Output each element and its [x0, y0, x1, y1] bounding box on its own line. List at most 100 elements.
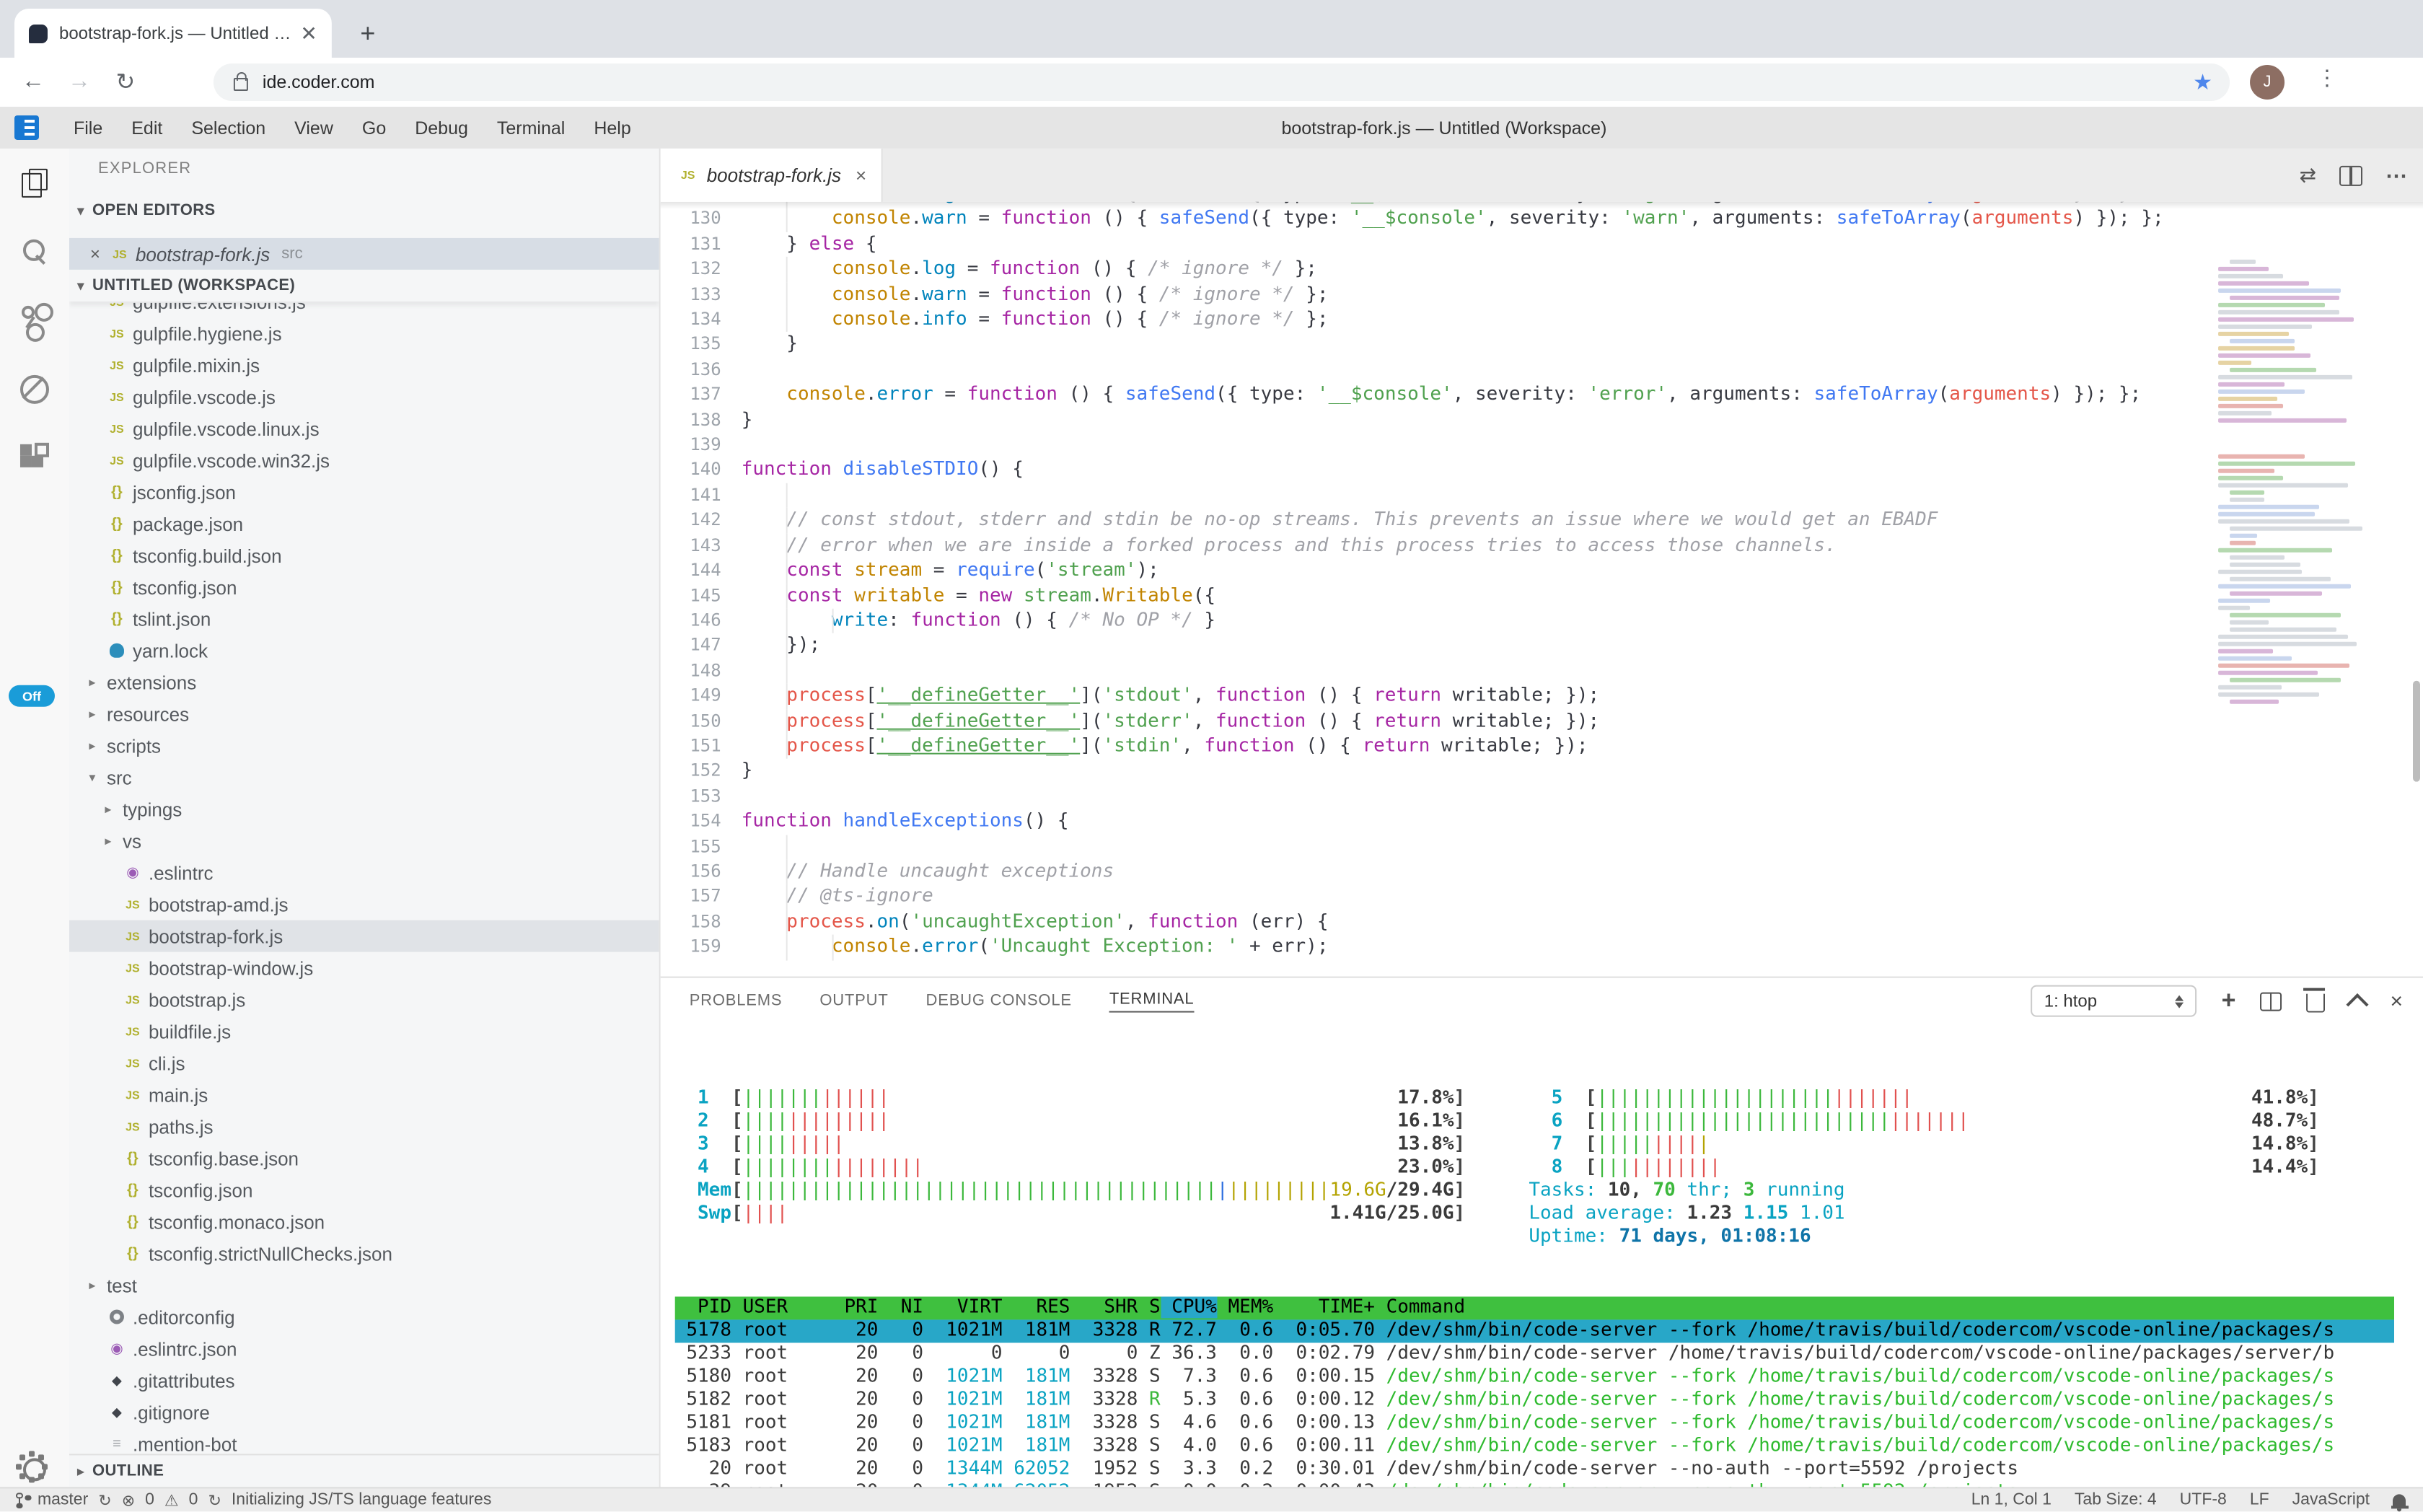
tab-debug-console[interactable]: DEBUG CONSOLE: [926, 992, 1072, 1012]
more-actions-icon[interactable]: ⋯: [2385, 162, 2409, 188]
code-line[interactable]: 133 console.warn = function () { /* igno…: [661, 282, 2423, 307]
menu-view[interactable]: View: [280, 118, 348, 138]
code-line[interactable]: 137 console.error = function () { safeSe…: [661, 382, 2423, 408]
close-icon[interactable]: ×: [84, 244, 107, 264]
debug-icon[interactable]: [17, 372, 52, 407]
code-line[interactable]: 142 // const stdout, stderr and stdin be…: [661, 508, 2423, 533]
tree-item[interactable]: ◆.gitignore: [69, 1396, 659, 1428]
menu-debug[interactable]: Debug: [400, 118, 483, 138]
minimap[interactable]: [2218, 260, 2368, 707]
cursor-position[interactable]: Ln 1, Col 1: [1971, 1491, 2052, 1508]
eol-indicator[interactable]: LF: [2250, 1491, 2269, 1508]
split-editor-icon[interactable]: [2339, 165, 2362, 185]
tree-item[interactable]: JSmain.js: [69, 1079, 659, 1111]
tab-problems[interactable]: PROBLEMS: [690, 992, 783, 1012]
tree-item[interactable]: JSgulpfile.vscode.win32.js: [69, 444, 659, 476]
code-line[interactable]: 136: [661, 358, 2423, 383]
forward-icon[interactable]: →: [61, 63, 98, 101]
new-terminal-icon[interactable]: +: [2222, 987, 2236, 1016]
htop-process-row[interactable]: 5180 root 20 0 1021M 181M 3328 S 7.3 0.6…: [675, 1366, 2394, 1389]
tab-size-indicator[interactable]: Tab Size: 4: [2075, 1491, 2157, 1508]
tree-item[interactable]: ◆.gitattributes: [69, 1364, 659, 1396]
tree-item[interactable]: {}tslint.json: [69, 603, 659, 635]
tree-item[interactable]: {}tsconfig.base.json: [69, 1143, 659, 1174]
language-indicator[interactable]: JavaScript: [2292, 1491, 2370, 1508]
tab-terminal[interactable]: TERMINAL: [1109, 991, 1195, 1013]
code-line[interactable]: 141: [661, 483, 2423, 509]
code-line[interactable]: 143 // error when we are inside a forked…: [661, 533, 2423, 558]
tree-item[interactable]: ◉.eslintrc.json: [69, 1332, 659, 1364]
htop-process-row[interactable]: 5181 root 20 0 1021M 181M 3328 S 4.6 0.6…: [675, 1412, 2394, 1435]
code-editor[interactable]: 129 console.log = function () { safeSend…: [661, 202, 2423, 977]
code-line[interactable]: 154function handleExceptions() {: [661, 809, 2423, 835]
htop-process-row[interactable]: 5183 root 20 0 1021M 181M 3328 S 4.0 0.6…: [675, 1435, 2394, 1458]
tree-item[interactable]: JSgulpfile.extensions.js: [69, 303, 659, 317]
tree-item[interactable]: JSpaths.js: [69, 1111, 659, 1143]
code-line[interactable]: 147 });: [661, 633, 2423, 659]
menu-selection[interactable]: Selection: [177, 118, 280, 138]
htop-process-row[interactable]: 39 root 20 0 1344M 62052 1952 S 0.0 0.2 …: [675, 1481, 2394, 1487]
url-bar[interactable]: ide.coder.com ★: [214, 63, 2230, 101]
terminal-select[interactable]: 1: htop: [2031, 985, 2197, 1017]
warning-count[interactable]: 0: [189, 1491, 198, 1508]
bookmark-star-icon[interactable]: ★: [2193, 69, 2212, 95]
code-line[interactable]: 158 process.on('uncaughtException', func…: [661, 910, 2423, 935]
tree-item[interactable]: ▸scripts: [69, 730, 659, 762]
tree-item[interactable]: .editorconfig: [69, 1301, 659, 1332]
branch-name[interactable]: master: [38, 1491, 88, 1508]
menu-go[interactable]: Go: [348, 118, 400, 138]
tree-item[interactable]: yarn.lock: [69, 635, 659, 667]
code-line[interactable]: 153: [661, 784, 2423, 809]
tree-item[interactable]: {}jsconfig.json: [69, 476, 659, 508]
menu-edit[interactable]: Edit: [117, 118, 177, 138]
notifications-bell-icon[interactable]: [2393, 1494, 2406, 1507]
code-line[interactable]: 135 }: [661, 333, 2423, 358]
new-tab-button[interactable]: +: [349, 14, 387, 52]
code-line[interactable]: 132 console.log = function () { /* ignor…: [661, 257, 2423, 282]
code-line[interactable]: 156 // Handle uncaught exceptions: [661, 860, 2423, 885]
code-line[interactable]: 155: [661, 835, 2423, 860]
htop-table-header[interactable]: PID USER PRI NI VIRT RES SHR S CPU% MEM%…: [675, 1296, 2394, 1319]
close-panel-icon[interactable]: ×: [2390, 989, 2403, 1014]
menu-file[interactable]: File: [59, 118, 117, 138]
tree-item[interactable]: JSbootstrap-amd.js: [69, 889, 659, 920]
tree-item[interactable]: {}tsconfig.strictNullChecks.json: [69, 1237, 659, 1269]
tree-item[interactable]: ≡.mention-bot: [69, 1428, 659, 1454]
open-editor-item[interactable]: × JS bootstrap-fork.js src: [69, 238, 659, 270]
browser-tab[interactable]: bootstrap-fork.js — Untitled (W ✕: [14, 9, 332, 58]
code-line[interactable]: 157 // @ts-ignore: [661, 884, 2423, 910]
workspace-header[interactable]: ▾ UNTITLED (WORKSPACE): [69, 270, 659, 302]
extensions-icon[interactable]: [17, 441, 52, 476]
tree-item[interactable]: {}tsconfig.monaco.json: [69, 1205, 659, 1237]
telemetry-off-badge[interactable]: Off: [9, 685, 55, 707]
editor-tab-close-icon[interactable]: ×: [856, 164, 866, 186]
tree-item[interactable]: ▸resources: [69, 698, 659, 730]
code-line[interactable]: 159 console.error('Uncaught Exception: '…: [661, 935, 2423, 960]
tree-item[interactable]: JSbuildfile.js: [69, 1016, 659, 1047]
tree-item[interactable]: JSbootstrap-fork.js: [69, 920, 659, 952]
tree-item[interactable]: JScli.js: [69, 1047, 659, 1079]
open-changes-icon[interactable]: ⇄: [2300, 163, 2316, 188]
menu-help[interactable]: Help: [579, 118, 645, 138]
code-line[interactable]: 145 const writable = new stream.Writable…: [661, 584, 2423, 609]
htop-process-row[interactable]: 5178 root 20 0 1021M 181M 3328 R 72.7 0.…: [675, 1319, 2394, 1342]
tree-item[interactable]: JSgulpfile.hygiene.js: [69, 317, 659, 349]
split-terminal-icon[interactable]: [2261, 992, 2282, 1011]
explorer-icon[interactable]: [17, 166, 52, 201]
tree-item[interactable]: ▸typings: [69, 794, 659, 825]
error-count[interactable]: 0: [145, 1491, 154, 1508]
tree-item[interactable]: JSgulpfile.mixin.js: [69, 349, 659, 381]
back-icon[interactable]: ←: [14, 63, 52, 101]
code-line[interactable]: 140function disableSTDIO() {: [661, 458, 2423, 483]
code-line[interactable]: 146 write: function () { /* No OP */ }: [661, 609, 2423, 634]
avatar[interactable]: J: [2250, 65, 2285, 100]
kill-terminal-icon[interactable]: [2307, 994, 2326, 1013]
reload-icon[interactable]: ↻: [107, 63, 144, 101]
code-line[interactable]: 151 process['__defineGetter__']('stdin',…: [661, 734, 2423, 760]
maximize-panel-icon[interactable]: [2347, 993, 2369, 1015]
code-line[interactable]: 139: [661, 433, 2423, 458]
tree-item[interactable]: JSgulpfile.vscode.js: [69, 381, 659, 413]
outline-header[interactable]: ▸ OUTLINE: [69, 1454, 659, 1487]
tree-item[interactable]: JSbootstrap.js: [69, 984, 659, 1016]
code-line[interactable]: 131 } else {: [661, 232, 2423, 258]
